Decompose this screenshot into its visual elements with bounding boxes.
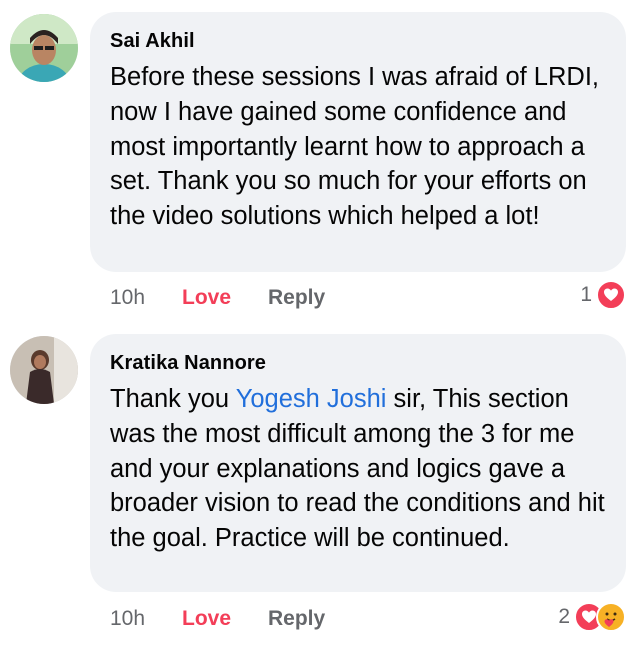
comment-text: Thank you Yogesh Joshi sir, This section…	[110, 382, 606, 556]
mention-link[interactable]: Yogesh Joshi	[236, 385, 387, 413]
reaction-summary[interactable]: 2	[558, 602, 626, 632]
reaction-summary[interactable]: 1	[580, 280, 626, 310]
comment-bubble: Kratika Nannore Thank you Yogesh Joshi s…	[90, 334, 626, 592]
comment-actions: 10h Love Reply	[110, 604, 325, 634]
comment-text: Before these sessions I was afraid of LR…	[110, 63, 599, 231]
reaction-count: 1	[580, 283, 592, 306]
avatar[interactable]	[10, 14, 78, 82]
comment-author[interactable]: Sai Akhil	[110, 28, 606, 54]
care-icon	[596, 602, 626, 632]
love-button[interactable]: Love	[182, 286, 268, 310]
comment-author[interactable]: Kratika Nannore	[110, 350, 606, 376]
avatar-image	[10, 336, 78, 404]
heart-icon	[596, 280, 626, 310]
reply-button[interactable]: Reply	[268, 607, 325, 631]
reaction-count: 2	[558, 605, 570, 628]
avatar-image	[10, 14, 78, 82]
reply-button[interactable]: Reply	[268, 286, 325, 310]
comment-text-start: Thank you	[110, 385, 236, 413]
comment-actions: 10h Love Reply	[110, 283, 325, 313]
avatar[interactable]	[10, 336, 78, 404]
comment-bubble: Sai Akhil Before these sessions I was af…	[90, 12, 626, 272]
comment-timestamp[interactable]: 10h	[110, 607, 182, 631]
comment-timestamp[interactable]: 10h	[110, 286, 182, 310]
love-button[interactable]: Love	[182, 607, 268, 631]
